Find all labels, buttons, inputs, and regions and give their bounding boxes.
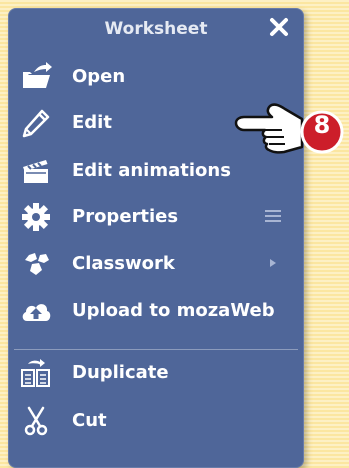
menu-item-properties[interactable]: Properties — [8, 194, 304, 240]
menu-title: Worksheet — [104, 19, 208, 39]
step-number-badge: 8 — [313, 111, 331, 139]
menu-item-cut[interactable]: Cut — [8, 398, 304, 444]
scissors-icon — [24, 406, 48, 436]
menu-header: Worksheet — [8, 8, 304, 48]
menu-item-label: Cut — [72, 410, 107, 431]
hamburger-icon[interactable] — [264, 207, 282, 225]
menu-item-duplicate[interactable]: Duplicate — [8, 350, 304, 396]
duplicate-icon — [21, 359, 50, 387]
clapperboard-icon — [23, 160, 48, 183]
close-icon[interactable] — [268, 16, 290, 38]
menu-item-label: Open — [72, 66, 126, 87]
menu-item-label: Edit animations — [72, 160, 231, 181]
classwork-icon — [25, 253, 49, 275]
menu-item-label: Upload to mozaWeb — [72, 300, 275, 321]
submenu-arrow-icon — [270, 259, 276, 267]
menu-item-label: Classwork — [72, 253, 175, 274]
menu-item-upload[interactable]: Upload to mozaWeb — [8, 288, 304, 334]
pencil-icon — [22, 109, 50, 138]
worksheet-context-menu: Worksheet Open Edit Edit animations Prop… — [8, 8, 304, 468]
folder-open-icon — [23, 62, 52, 88]
gear-icon — [22, 203, 50, 231]
menu-item-label: Properties — [72, 206, 179, 227]
menu-item-label: Duplicate — [72, 362, 169, 383]
cloud-upload-icon — [22, 304, 51, 321]
menu-item-classwork[interactable]: Classwork — [8, 241, 304, 287]
menu-item-label: Edit — [72, 112, 112, 133]
